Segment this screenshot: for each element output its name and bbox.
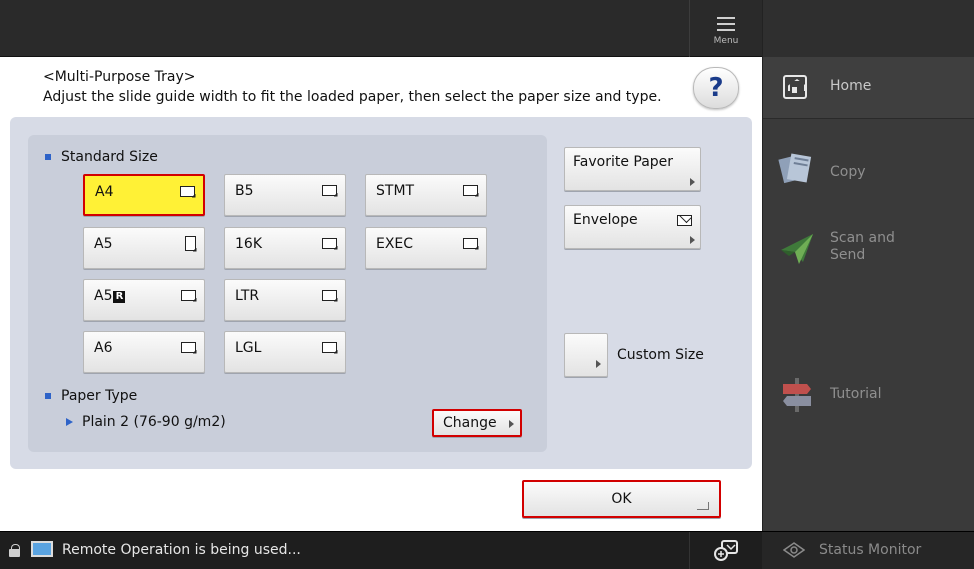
menu-label: Menu — [713, 36, 739, 46]
size-button-a5r[interactable]: A5 R — [83, 279, 205, 321]
size-label: A6 — [94, 340, 113, 356]
help-button[interactable]: ? — [693, 67, 739, 109]
ok-label: OK — [611, 491, 632, 507]
paper-settings-dialog: <Multi-Purpose Tray> Adjust the slide gu… — [0, 57, 762, 531]
remote-operation-button[interactable] — [689, 532, 762, 569]
size-button-ltr[interactable]: LTR — [224, 279, 346, 321]
nav-tutorial-label: Tutorial — [830, 386, 882, 402]
right-nav-column: Home Copy Scan and Send Tutorial — [762, 0, 974, 531]
size-label: A5 — [94, 236, 113, 252]
size-button-stmt[interactable]: STMT — [365, 174, 487, 216]
status-monitor-button[interactable]: Status Monitor — [762, 531, 974, 569]
rotated-badge-icon: R — [113, 291, 126, 303]
size-button-a5[interactable]: A5 — [83, 227, 205, 269]
bullet-square-icon — [45, 393, 51, 399]
triangle-bullet-icon — [66, 418, 73, 426]
landscape-paper-icon — [180, 186, 195, 197]
nav-scan-label-line2: Send — [830, 247, 866, 263]
standard-size-title: Standard Size — [61, 149, 158, 165]
size-button-a4[interactable]: A4 — [83, 174, 205, 216]
nav-scan-label-line1: Scan and — [830, 230, 895, 246]
size-label: B5 — [235, 183, 254, 199]
envelope-icon — [677, 215, 692, 226]
size-label: EXEC — [376, 236, 414, 252]
favorite-paper-button[interactable]: Favorite Paper — [564, 147, 701, 191]
size-label: A4 — [95, 184, 114, 200]
nav-copy[interactable]: Copy — [763, 140, 974, 210]
paper-type-heading: Paper Type — [45, 388, 137, 404]
landscape-paper-icon — [463, 238, 478, 249]
size-label: LTR — [235, 288, 260, 304]
status-message: Remote Operation is being used... — [62, 542, 301, 558]
landscape-paper-icon — [322, 185, 337, 196]
chevron-right-icon — [690, 236, 695, 244]
size-button-exec[interactable]: EXEC — [365, 227, 487, 269]
landscape-paper-icon — [322, 290, 337, 301]
nav-home[interactable]: Home — [763, 57, 974, 119]
nav-copy-label: Copy — [830, 164, 866, 180]
landscape-paper-icon — [181, 290, 196, 301]
landscape-paper-icon — [463, 185, 478, 196]
favorite-paper-label: Favorite Paper — [573, 154, 674, 170]
ok-button[interactable]: OK — [522, 480, 721, 518]
return-arrow-icon — [697, 502, 709, 510]
landscape-paper-icon — [322, 238, 337, 249]
status-bar: Remote Operation is being used... — [0, 531, 762, 569]
nav-scan-and-send[interactable]: Scan and Send — [763, 222, 974, 282]
envelope-label: Envelope — [573, 212, 638, 228]
copy-icon — [778, 153, 812, 184]
size-label: A5 — [94, 288, 113, 304]
hamburger-menu-icon — [717, 17, 735, 31]
nav-tutorial[interactable]: Tutorial — [763, 370, 974, 420]
landscape-paper-icon — [322, 342, 337, 353]
dialog-title: <Multi-Purpose Tray> — [43, 69, 196, 85]
top-bar: Menu — [0, 0, 762, 57]
custom-size-button[interactable] — [564, 333, 608, 377]
size-button-lgl[interactable]: LGL — [224, 331, 346, 373]
home-icon — [783, 75, 807, 99]
status-monitor-icon — [783, 542, 805, 558]
chevron-right-icon — [596, 360, 601, 368]
lock-icon — [9, 544, 20, 558]
paper-type-title: Paper Type — [61, 388, 138, 404]
standard-size-panel: Standard Size A4 B5 STMT A5 16K EXEC A5 … — [28, 135, 547, 452]
change-label: Change — [443, 415, 497, 431]
paper-plane-icon — [781, 234, 813, 264]
bullet-square-icon — [45, 154, 51, 160]
paper-type-value: Plain 2 (76-90 g/m2) — [66, 414, 226, 430]
dialog-instruction: Adjust the slide guide width to fit the … — [43, 89, 662, 105]
size-button-16k[interactable]: 16K — [224, 227, 346, 269]
chevron-right-icon — [690, 178, 695, 186]
nav-home-label: Home — [830, 78, 872, 94]
paper-type-text: Plain 2 (76-90 g/m2) — [82, 414, 226, 430]
standard-size-heading: Standard Size — [45, 149, 158, 165]
menu-button[interactable]: Menu — [689, 0, 762, 57]
size-button-a6[interactable]: A6 — [83, 331, 205, 373]
right-top-area — [763, 0, 974, 57]
size-button-b5[interactable]: B5 — [224, 174, 346, 216]
size-label: 16K — [235, 236, 262, 252]
size-label: STMT — [376, 183, 415, 199]
custom-size-label: Custom Size — [617, 347, 704, 363]
remote-monitor-icon — [31, 541, 53, 559]
signpost-icon — [783, 378, 811, 412]
portrait-paper-icon — [185, 236, 196, 251]
size-label-a5r: A5 R — [94, 288, 126, 304]
change-paper-type-button[interactable]: Change — [432, 409, 522, 437]
size-label: LGL — [235, 340, 262, 356]
envelope-button[interactable]: Envelope — [564, 205, 701, 249]
landscape-paper-icon — [181, 342, 196, 353]
chevron-right-icon — [509, 420, 514, 428]
remote-operation-icon — [714, 540, 738, 561]
status-monitor-label: Status Monitor — [819, 542, 922, 558]
